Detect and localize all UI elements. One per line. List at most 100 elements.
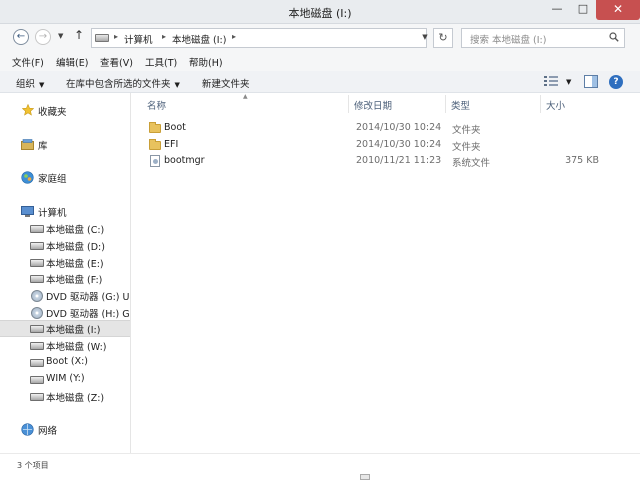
column-divider[interactable] (348, 95, 349, 113)
search-placeholder: 搜索 本地磁盘 (I:) (470, 35, 547, 46)
chevron-down-icon: ▼ (39, 81, 45, 89)
search-input[interactable]: 搜索 本地磁盘 (I:) (461, 28, 625, 48)
drive-icon (30, 225, 44, 233)
address-bar-row: ← → ▼ ↑ ▸ 计算机 ▸ 本地磁盘 (I:) ▸ ▼ ↻ 搜索 本地磁盘 … (0, 24, 640, 53)
sidebar-item-label: 本地磁盘 (D:) (46, 242, 105, 253)
sidebar-item-libraries[interactable]: 库 (0, 136, 130, 153)
sidebar-item-label: 本地磁盘 (E:) (46, 259, 104, 270)
drive-icon (30, 275, 44, 283)
sidebar-item-drive-selected[interactable]: 本地磁盘 (I:) (0, 320, 130, 337)
library-icon (21, 139, 34, 150)
command-toolbar: 组织 ▼ 在库中包含所选的文件夹 ▼ 新建文件夹 ▼ ? (0, 71, 640, 93)
sidebar-item-label: 计算机 (38, 208, 67, 219)
column-divider[interactable] (540, 95, 541, 113)
drive-icon (30, 359, 44, 367)
sidebar-item-drive[interactable]: 本地磁盘 (Z:) (0, 388, 130, 405)
sidebar-item-drive[interactable]: 本地磁盘 (E:) (0, 254, 130, 271)
view-options-icon[interactable] (544, 75, 558, 87)
homegroup-icon (21, 171, 34, 184)
sidebar-item-drive[interactable]: WIM (Y:) (0, 371, 130, 388)
column-header-name[interactable]: 名称 (147, 98, 166, 112)
file-row[interactable]: EFI 2014/10/30 10:24 文件夹 (145, 137, 625, 154)
menu-file[interactable]: 文件(F) (12, 55, 44, 69)
sidebar-item-drive[interactable]: 本地磁盘 (F:) (0, 270, 130, 287)
sidebar-item-label: 收藏夹 (38, 107, 67, 118)
include-in-library-label: 在库中包含所选的文件夹 (66, 79, 171, 90)
drive-icon (30, 325, 44, 333)
status-bar: 3 个项目 (0, 453, 640, 480)
organize-label: 组织 (16, 79, 36, 90)
breadcrumb-separator-icon[interactable]: ▸ (162, 32, 166, 41)
breadcrumb-current-drive[interactable]: 本地磁盘 (I:) (172, 32, 226, 46)
forward-button[interactable]: → (35, 29, 51, 45)
column-header-modified[interactable]: 修改日期 (354, 98, 392, 112)
breadcrumb-computer[interactable]: 计算机 (124, 32, 153, 46)
drive-icon (30, 342, 44, 350)
column-divider[interactable] (445, 95, 446, 113)
column-header-size[interactable]: 大小 (546, 98, 565, 112)
drive-status-icon (360, 474, 370, 480)
close-button[interactable]: ✕ (596, 0, 640, 20)
sidebar-item-favorites[interactable]: 收藏夹 (0, 102, 130, 119)
sidebar-item-drive[interactable]: Boot (X:) (0, 354, 130, 371)
back-button[interactable]: ← (13, 29, 29, 45)
maximize-button[interactable]: □ (570, 0, 596, 20)
file-name: Boot (164, 122, 186, 133)
sidebar-item-label: WIM (Y:) (46, 373, 85, 384)
file-type: 文件夹 (452, 142, 481, 153)
address-field[interactable]: ▸ 计算机 ▸ 本地磁盘 (I:) ▸ (91, 28, 427, 48)
dvd-icon (31, 307, 43, 319)
drive-icon (30, 259, 44, 267)
include-in-library-button[interactable]: 在库中包含所选的文件夹 ▼ (66, 76, 180, 90)
new-folder-button[interactable]: 新建文件夹 (202, 76, 250, 90)
file-size: 375 KB (565, 155, 599, 166)
search-icon[interactable] (609, 32, 619, 42)
view-options-dropdown[interactable]: ▼ (566, 78, 571, 86)
drive-icon (30, 393, 44, 401)
sidebar-item-label: 本地磁盘 (F:) (46, 275, 103, 286)
menu-help[interactable]: 帮助(H) (189, 55, 223, 69)
breadcrumb-separator-icon[interactable]: ▸ (114, 32, 118, 41)
drive-icon (30, 242, 44, 250)
column-header-type[interactable]: 类型 (451, 98, 470, 112)
minimize-button[interactable]: — (544, 0, 570, 20)
address-dropdown-button[interactable]: ▼ (419, 28, 431, 48)
sidebar-item-label: DVD 驱动器 (G:) U (46, 292, 130, 303)
refresh-button[interactable]: ↻ (433, 28, 453, 48)
sidebar-item-label: DVD 驱动器 (H:) GS (46, 309, 131, 320)
sidebar-item-drive[interactable]: 本地磁盘 (W:) (0, 337, 130, 354)
recent-locations-button[interactable]: ▼ (58, 32, 63, 40)
sidebar-item-network[interactable]: 网络 (0, 421, 130, 438)
sidebar-item-homegroup[interactable]: 家庭组 (0, 169, 130, 186)
file-name: bootmgr (164, 155, 205, 166)
up-button[interactable]: ↑ (74, 28, 84, 42)
menu-view[interactable]: 查看(V) (100, 55, 133, 69)
file-row[interactable]: bootmgr 2010/11/21 11:23 系统文件 375 KB (145, 153, 625, 170)
sidebar-item-computer[interactable]: 计算机 (0, 203, 130, 220)
organize-button[interactable]: 组织 ▼ (16, 76, 44, 90)
network-icon (21, 423, 34, 436)
sidebar-item-label: 本地磁盘 (I:) (46, 325, 101, 336)
folder-icon (149, 122, 161, 133)
chevron-down-icon: ▼ (174, 81, 180, 89)
drive-icon (95, 34, 109, 42)
breadcrumb-separator-icon[interactable]: ▸ (232, 32, 236, 41)
sidebar-item-drive[interactable]: 本地磁盘 (D:) (0, 237, 130, 254)
computer-icon (21, 206, 34, 217)
file-list: 名称 ▲ 修改日期 类型 大小 Boot 2014/10/30 10:24 文件… (131, 93, 640, 453)
file-modified: 2010/11/21 11:23 (356, 155, 442, 166)
navigation-pane: 收藏夹 库 家庭组 计算机 本地磁盘 (C:) 本地磁盘 (D:) 本地磁盘 (… (0, 93, 131, 453)
sidebar-item-label: 库 (38, 141, 48, 152)
help-icon[interactable]: ? (609, 75, 623, 89)
preview-pane-icon[interactable] (584, 75, 598, 88)
folder-icon (149, 139, 161, 150)
sidebar-item-drive[interactable]: 本地磁盘 (C:) (0, 220, 130, 237)
sidebar-item-dvd-drive[interactable]: DVD 驱动器 (H:) GS (0, 304, 131, 321)
menu-edit[interactable]: 编辑(E) (56, 55, 88, 69)
title-bar: 本地磁盘 (I:) — □ ✕ (0, 0, 640, 24)
file-row[interactable]: Boot 2014/10/30 10:24 文件夹 (145, 120, 625, 137)
star-icon (22, 104, 34, 116)
menu-tools[interactable]: 工具(T) (145, 55, 177, 69)
sidebar-item-dvd-drive[interactable]: DVD 驱动器 (G:) U (0, 287, 130, 304)
sidebar-item-label: Boot (X:) (46, 356, 89, 367)
